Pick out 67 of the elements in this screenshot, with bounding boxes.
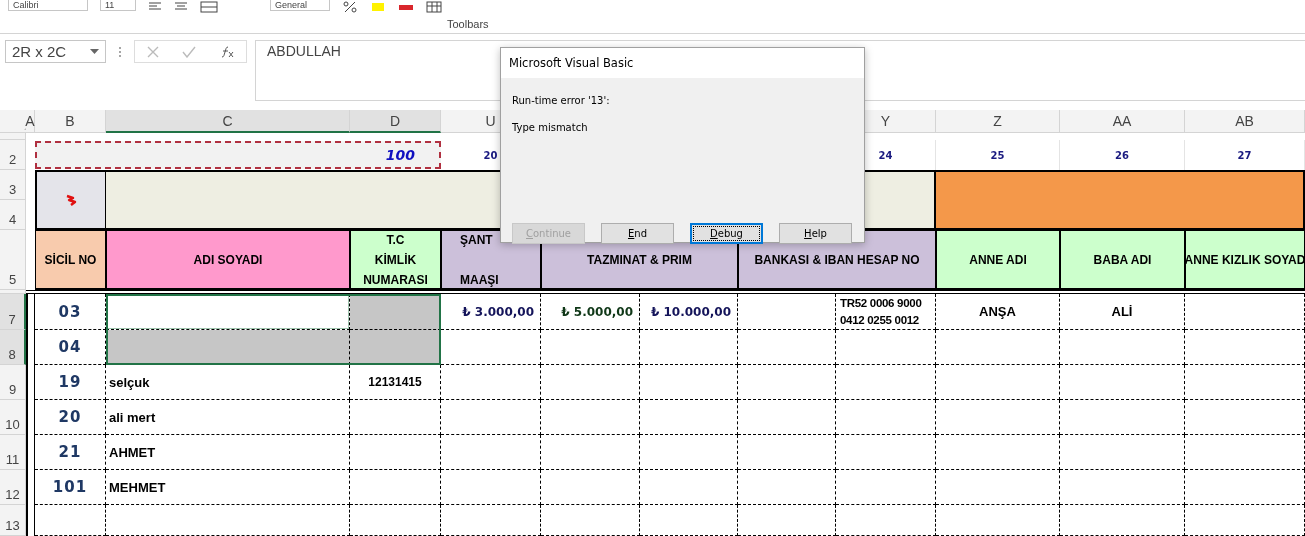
group-label: Toolbars [447,18,489,30]
table-cell[interactable]: MEHMET [106,470,350,505]
sicil-number: 20 [35,400,106,435]
merge-cells-icon[interactable] [200,1,218,13]
table-cell: ₺ 3.000,00 [441,294,541,330]
table-cell: ALİ [1060,294,1185,330]
sicil-number: 21 [35,435,106,470]
row-header[interactable]: 12 [0,470,26,505]
more-icon[interactable] [118,46,122,58]
row-header[interactable]: 3 [0,170,26,200]
table-cell[interactable]: ali mert [106,400,350,435]
sicil-number: 19 [35,365,106,400]
cancel-icon[interactable] [146,45,159,58]
table-cell: TR52 0006 9000 0412 0255 0012 [836,294,936,330]
sicil-number: 101 [35,470,106,505]
font-name-field[interactable]: Calibri [8,0,88,11]
table-icon[interactable] [426,1,442,13]
row-header[interactable]: 4 [0,200,26,230]
table-cell[interactable] [350,435,441,470]
align-left-icon[interactable] [148,1,162,11]
table-cell[interactable]: AHMET [106,435,350,470]
number-format-field[interactable]: General [270,0,330,11]
table-cell: ANŞA [936,294,1060,330]
percent-icon[interactable] [342,1,358,13]
table-cell[interactable]: 12131415 [350,365,441,400]
column-header[interactable]: D [350,110,441,133]
column-heading: BABA ADI [1060,230,1185,290]
check-icon[interactable] [182,45,197,58]
dialog-title: Microsoft Visual Basic [501,48,864,78]
table-cell: ₺ 10.000,00 [640,294,738,330]
table-cell[interactable] [350,470,441,505]
table-cell: ₺ 5.000,00 [541,294,640,330]
row-header[interactable]: 7 [0,294,26,330]
column-header[interactable]: AB [1185,110,1305,133]
row-header[interactable]: 9 [0,365,26,400]
column-heading: SİCİL NO [35,230,106,290]
function-icon[interactable] [220,45,235,58]
row-header[interactable]: 10 [0,400,26,435]
table-cell[interactable] [350,330,441,365]
column-header[interactable]: B [35,110,106,133]
table-cell[interactable] [350,294,441,330]
column-heading: T.C KİMLİK NUMARASI [350,230,441,290]
column-header[interactable]: C [106,110,350,133]
table-cell [35,505,106,536]
dialog-button[interactable]: End [601,223,674,244]
align-center-icon[interactable] [174,1,188,11]
table-cell[interactable]: selçuk [106,365,350,400]
column-heading: ADI SOYADI [106,230,350,290]
sicil-number: 04 [35,330,106,365]
sicil-number: 03 [35,294,106,330]
row-header[interactable]: 11 [0,435,26,470]
font-size-field[interactable]: 11 [100,0,136,11]
title-cell: 100 [35,141,441,169]
column-heading: ANNE ADI [936,230,1060,290]
table-cell[interactable] [350,400,441,435]
name-box[interactable]: 2R x 2C [5,40,106,63]
row-header[interactable]: 8 [0,330,26,365]
dialog-button[interactable]: Help [779,223,852,244]
logo-icon [65,194,77,206]
column-header[interactable]: Z [936,110,1060,133]
caret-icon [90,48,99,55]
row-header[interactable]: 2 [0,140,26,170]
table-cell[interactable] [106,330,350,365]
column-header[interactable]: AA [1060,110,1185,133]
row-header[interactable]: 5 [0,230,26,290]
dialog-button[interactable]: Debug [690,223,763,244]
row-header[interactable]: 13 [0,505,26,536]
